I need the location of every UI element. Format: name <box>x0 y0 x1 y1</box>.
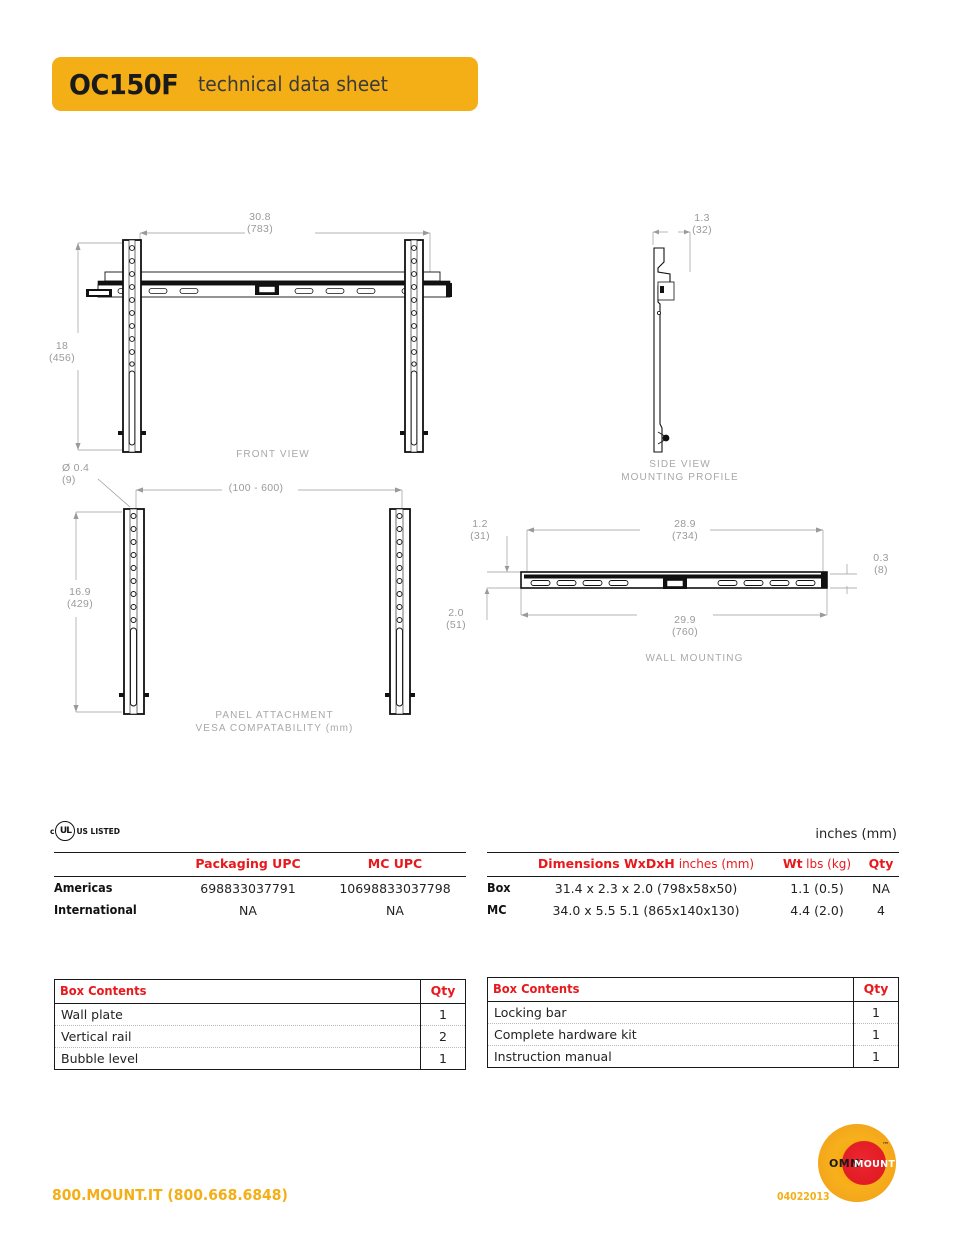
technical-drawings-area: 30.8 (783) 18 (456) FRONT VIEW 1.3 (32) … <box>0 0 954 790</box>
vertical-rail-left <box>118 239 146 453</box>
box-contents-title: Box Contents <box>493 981 580 996</box>
side-view-label: SIDE VIEW MOUNTING PROFILE <box>621 459 739 483</box>
wall-thickness-dim: 0.3 (8) <box>873 552 889 576</box>
box-contents-qty-header: Qty <box>863 981 889 996</box>
box-content-qty: 1 <box>853 1023 899 1046</box>
box-contents-header-row: Box Contents Qty <box>54 979 466 1004</box>
weight-value: 4.4 (2.0) <box>790 902 844 918</box>
col-dimensions-units: inches (mm) <box>678 857 755 871</box>
panel-rail-left <box>119 508 149 715</box>
box-content-qty: 1 <box>420 1047 466 1070</box>
table-row: Wall plate 1 <box>54 1003 466 1026</box>
panel-attachment-drawing <box>73 478 415 715</box>
box-content-item: Vertical rail <box>54 1025 421 1048</box>
qty-value: NA <box>872 880 890 896</box>
col-packaging-upc: Packaging UPC <box>195 856 301 871</box>
front-view-height-dim: 18 (456) <box>48 340 75 364</box>
vesa-range-dim: (100 - 600) <box>228 482 284 494</box>
mc-upc-value: 10698833037798 <box>339 880 451 896</box>
ul-listed-mark: c UL US LISTED <box>50 819 120 843</box>
logo-tm-mark: ™ <box>882 1141 889 1149</box>
ul-prefix-label: c <box>50 826 55 836</box>
region-label: Americas <box>54 880 113 895</box>
table-row: Locking bar 1 <box>487 1001 899 1024</box>
front-view-width-dim: 30.8 (783) <box>246 211 273 235</box>
col-dimensions: Dimensions WxDxH <box>537 856 675 871</box>
table-row: Box 31.4 x 2.3 x 2.0 (798x58x50) 1.1 (0.… <box>487 877 899 900</box>
box-content-qty: 1 <box>420 1003 466 1026</box>
box-contents-title: Box Contents <box>60 983 147 998</box>
box-contents-qty-header: Qty <box>430 983 456 998</box>
table-row: MC 34.0 x 5.5 5.1 (865x140x130) 4.4 (2.0… <box>487 899 899 921</box>
ul-circle-icon: UL <box>55 821 76 841</box>
hole-diameter-dim: Ø 0.4 (9) <box>62 462 90 486</box>
table-row: Vertical rail 2 <box>54 1025 466 1048</box>
side-view-drawing <box>652 229 691 453</box>
units-note: inches (mm) <box>815 827 897 842</box>
box-content-qty: 1 <box>853 1045 899 1068</box>
upc-table: Packaging UPC MC UPC Americas 6988330377… <box>54 852 466 921</box>
region-label: International <box>54 902 137 917</box>
dimension-row-label: MC <box>487 902 507 917</box>
box-contents-right-table: Box Contents Qty Locking bar 1 Complete … <box>487 977 899 1068</box>
qty-value: 4 <box>877 902 885 918</box>
box-contents-header-row: Box Contents Qty <box>487 977 899 1002</box>
col-weight: Wt <box>782 856 803 871</box>
footer-phone: 800.MOUNT.IT (800.668.6848) <box>52 1186 288 1204</box>
side-view-depth-dim: 1.3 (32) <box>692 212 712 236</box>
table-row: Bubble level 1 <box>54 1047 466 1070</box>
dimension-value: 31.4 x 2.3 x 2.0 (798x58x50) <box>554 880 738 896</box>
wall-inner-width-dim: 28.9 (734) <box>671 518 698 542</box>
logo-mount-text: MOUNT <box>854 1159 895 1170</box>
packaging-upc-value: NA <box>239 902 257 918</box>
front-view-drawing <box>75 230 452 453</box>
panel-rail-height-dim: 16.9 (429) <box>66 586 93 610</box>
upc-table-header-row: Packaging UPC MC UPC <box>54 852 466 877</box>
box-content-item: Instruction manual <box>487 1045 854 1068</box>
packaging-upc-value: 698833037791 <box>200 880 296 896</box>
vertical-rail-right <box>400 239 428 453</box>
table-row: International NA NA <box>54 899 466 921</box>
dimensions-table: Dimensions WxDxH inches (mm) Wt lbs (kg)… <box>487 852 899 921</box>
col-qty: Qty <box>868 856 894 871</box>
wall-bottom-offset-dim: 2.0 (51) <box>446 607 466 631</box>
panel-rail-right <box>385 508 415 715</box>
box-content-item: Complete hardware kit <box>487 1023 854 1046</box>
wall-mounting-label: WALL MOUNTING <box>645 653 744 664</box>
dimensions-table-header-row: Dimensions WxDxH inches (mm) Wt lbs (kg)… <box>487 852 899 877</box>
table-row: Complete hardware kit 1 <box>487 1023 899 1046</box>
col-weight-units: lbs (kg) <box>806 857 852 871</box>
dimension-row-label: Box <box>487 880 511 895</box>
box-content-item: Wall plate <box>54 1003 421 1026</box>
wall-outer-width-dim: 29.9 (760) <box>671 614 698 638</box>
wall-top-offset-dim: 1.2 (31) <box>470 518 490 542</box>
box-contents-left-table: Box Contents Qty Wall plate 1 Vertical r… <box>54 979 466 1070</box>
ul-suffix-label: US LISTED <box>76 826 120 836</box>
panel-attachment-label: PANEL ATTACHMENT VESA COMPATABILITY (mm) <box>195 710 354 734</box>
table-row: Instruction manual 1 <box>487 1045 899 1068</box>
col-mc-upc: MC UPC <box>367 856 423 871</box>
weight-value: 1.1 (0.5) <box>790 880 844 896</box>
mc-upc-value: NA <box>386 902 404 918</box>
front-view-label: FRONT VIEW <box>236 449 310 460</box>
box-content-item: Bubble level <box>54 1047 421 1070</box>
omnimount-logo: OMNI MOUNT ™ <box>817 1123 897 1203</box>
box-content-qty: 2 <box>420 1025 466 1048</box>
box-content-item: Locking bar <box>487 1001 854 1024</box>
box-content-qty: 1 <box>853 1001 899 1024</box>
table-row: Americas 698833037791 10698833037798 <box>54 877 466 900</box>
dimension-value: 34.0 x 5.5 5.1 (865x140x130) <box>552 902 740 918</box>
